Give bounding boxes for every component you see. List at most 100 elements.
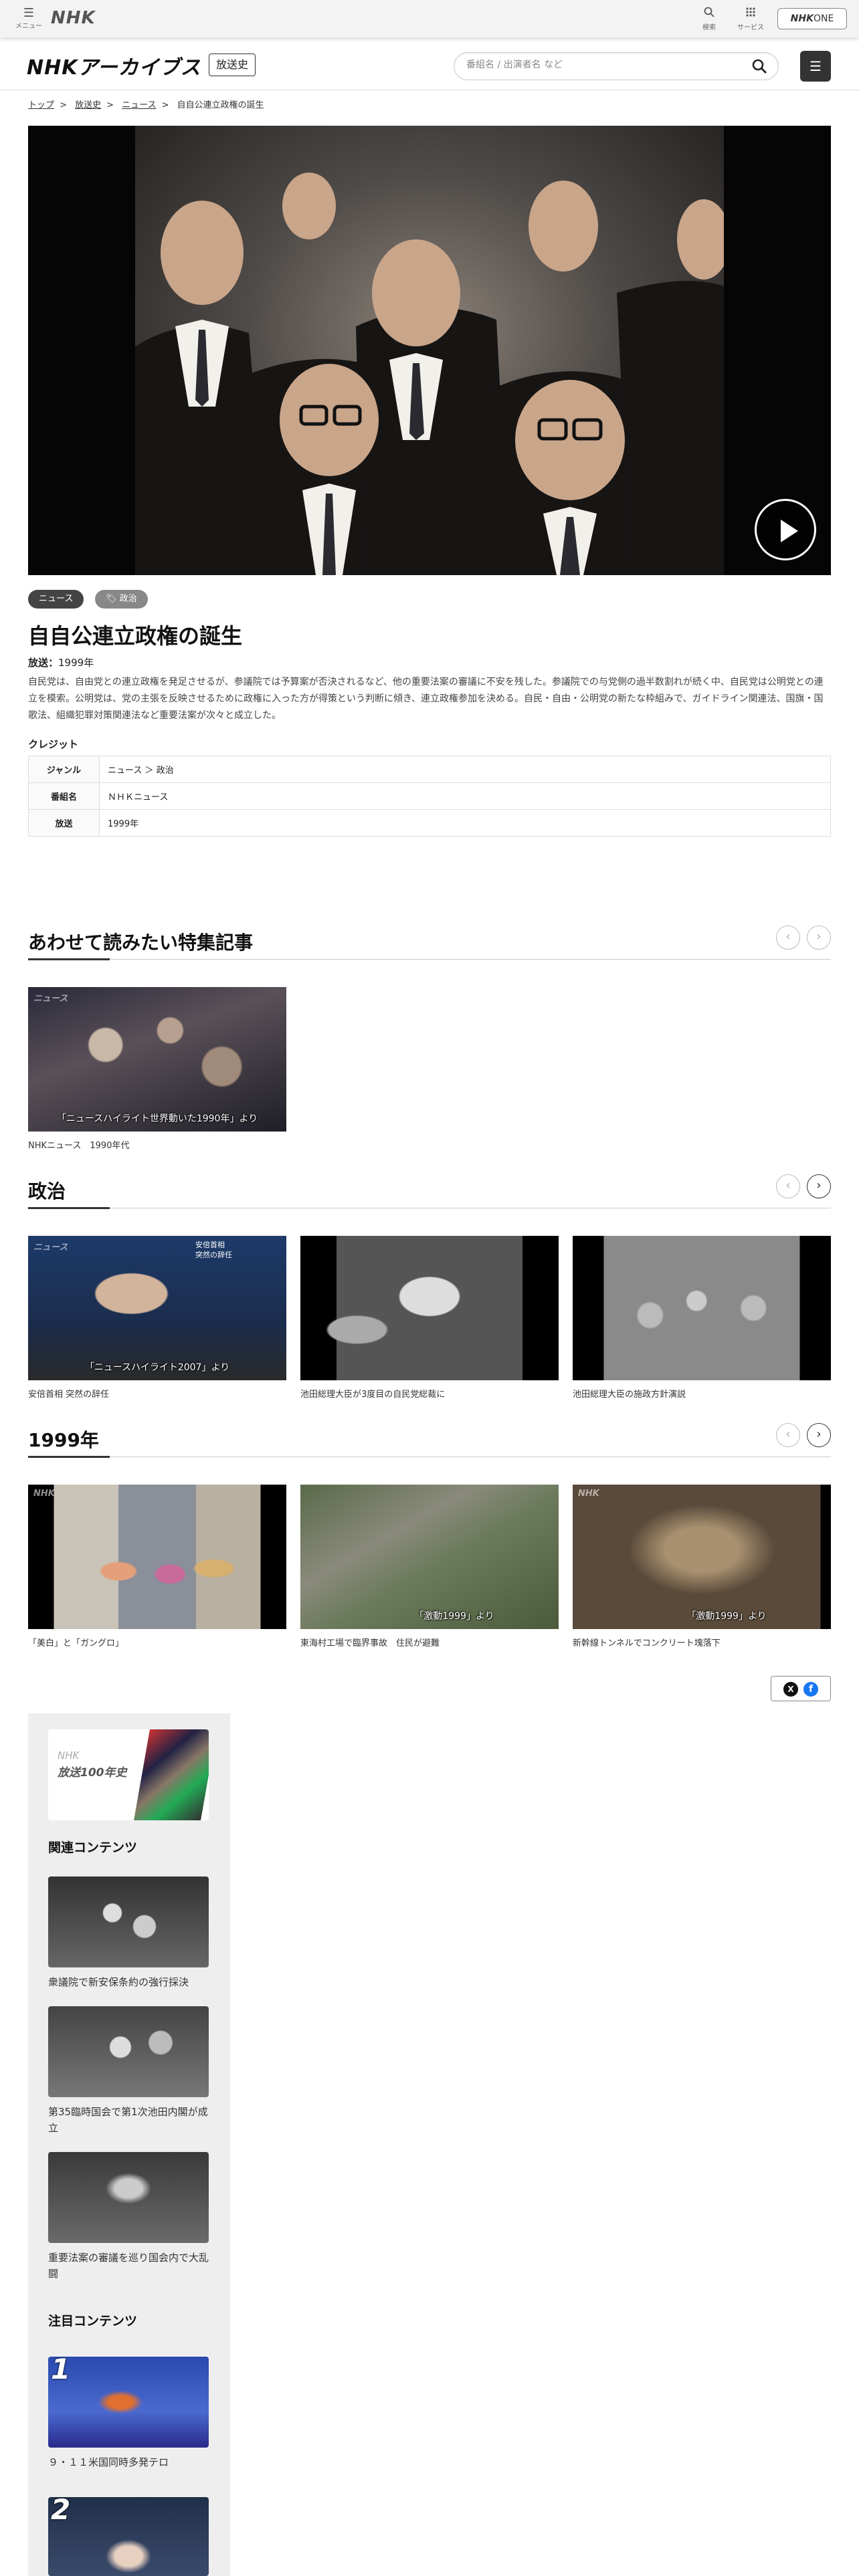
genre-tag[interactable]: ニュース: [28, 590, 84, 609]
politics-card[interactable]: [300, 1236, 559, 1380]
air-date-value: 1999年: [58, 657, 94, 669]
card-title[interactable]: 東海村工場で臨界事故 住民が避難: [300, 1636, 440, 1648]
channel-mark: ニュース: [33, 994, 68, 1004]
table-row: 番組名 ＮＨＫニュース: [28, 782, 831, 810]
featured-thumbnail[interactable]: 1: [48, 2357, 209, 2448]
page-title: 自自公連立政権の誕生: [28, 623, 243, 649]
related-title[interactable]: 第35臨時国会で第1次池田内閣が成立: [48, 2104, 215, 2136]
video-still: [135, 126, 731, 575]
related-thumbnail[interactable]: [48, 2006, 209, 2097]
nhk-100-years-banner[interactable]: NHK 放送100年史: [48, 1729, 209, 1820]
carousel-prev-button[interactable]: ‹: [776, 1174, 800, 1198]
menu-label: メニュー: [15, 23, 42, 30]
thumbnail-image: [28, 1485, 286, 1629]
card-title[interactable]: 安倍首相 突然の辞任: [28, 1387, 109, 1400]
services-label: サービス: [737, 24, 764, 31]
year-card[interactable]: NHK 「激動1999」より: [573, 1485, 831, 1629]
search-input[interactable]: [466, 60, 734, 70]
breadcrumb-current: 自自公連立政権の誕生: [177, 100, 264, 110]
featured-title[interactable]: ９・１１米国同時多発テロ: [48, 2454, 215, 2470]
related-title[interactable]: 重要法案の審議を巡り国会内で大乱闘: [48, 2250, 215, 2282]
politics-card[interactable]: [573, 1236, 831, 1380]
related-thumbnail[interactable]: [48, 2152, 209, 2243]
banner-text: NHK 放送100年史: [58, 1747, 127, 1782]
card-title[interactable]: 池田総理大臣が3度目の自民党総裁に: [300, 1387, 445, 1400]
card-title[interactable]: NHKニュース 1990年代: [28, 1138, 129, 1151]
featured-thumbnail[interactable]: 2: [48, 2497, 209, 2576]
section-heading-features: あわせて読みたい特集記事: [28, 932, 254, 954]
table-row: ジャンル ニュース ＞ 政治: [28, 756, 831, 783]
channel-mark: NHK: [578, 1489, 599, 1499]
search-icon: [696, 7, 723, 21]
related-heading: 関連コンテンツ: [48, 1840, 138, 1855]
thumbnail-image: [300, 1485, 559, 1629]
global-search-button[interactable]: 検索: [696, 7, 723, 31]
related-thumbnail[interactable]: [48, 1876, 209, 1967]
credit-value: ＮＨＫニュース: [99, 782, 831, 810]
nhk-one-button[interactable]: NHKONE: [777, 8, 847, 29]
share-buttons: X f: [771, 1676, 831, 1701]
services-button[interactable]: サービス: [735, 7, 767, 31]
global-header: ☰ メニュー NHK 検索 サービス NHKONE: [0, 0, 859, 37]
thumbnail-caption: 「ニュースハイライト世界動いた1990年」より: [56, 1113, 258, 1124]
play-icon: [781, 520, 798, 542]
carousel-next-button[interactable]: ›: [807, 1174, 831, 1198]
card-title[interactable]: 新幹線トンネルでコンクリート塊落下: [573, 1636, 721, 1648]
global-menu-button[interactable]: ☰ メニュー: [13, 7, 44, 31]
thumbnail-caption: 「ニュースハイライト2007」より: [84, 1362, 230, 1373]
thumbnail-image: [573, 1236, 831, 1380]
facebook-share-icon[interactable]: f: [803, 1682, 818, 1697]
nhk-one-suffix: ONE: [813, 13, 834, 24]
archive-menu-button[interactable]: ☰: [800, 51, 831, 82]
related-title[interactable]: 衆議院で新安保条約の強行採決: [48, 1974, 215, 1990]
breadcrumb-item[interactable]: 放送史: [75, 100, 101, 110]
breadcrumb-item[interactable]: トップ: [28, 100, 54, 110]
video-player[interactable]: [28, 126, 831, 575]
banner-line2: 放送100年史: [58, 1766, 127, 1780]
carousel-next-button[interactable]: ›: [807, 926, 831, 950]
card-title[interactable]: 池田総理大臣の施政方針演説: [573, 1387, 686, 1400]
topic-tag-label: 政治: [119, 594, 137, 604]
breadcrumb-item[interactable]: ニュース: [122, 100, 156, 110]
thumbnail-overlay-text: 安倍首相 突然の辞任: [195, 1241, 232, 1259]
x-share-icon[interactable]: X: [783, 1682, 798, 1697]
carousel-prev-button[interactable]: ‹: [776, 1423, 800, 1447]
search-label: 検索: [702, 24, 716, 31]
archives-logo[interactable]: NHKアーカイブス: [27, 51, 201, 80]
hamburger-icon: ☰: [809, 58, 822, 74]
category-tag[interactable]: 放送史: [209, 53, 256, 76]
search-icon[interactable]: [751, 58, 767, 74]
credit-value: ニュース ＞ 政治: [99, 756, 831, 783]
credit-key: 番組名: [28, 782, 100, 810]
politics-card[interactable]: ニュース 安倍首相 突然の辞任 「ニュースハイライト2007」より: [28, 1236, 286, 1380]
credit-heading: クレジット: [28, 738, 79, 750]
channel-mark: ニュース: [33, 1243, 68, 1253]
year-card[interactable]: 「激動1999」より: [300, 1485, 559, 1629]
card-title[interactable]: 「美白」と「ガングロ」: [28, 1636, 124, 1648]
banner-mosaic: [134, 1729, 209, 1820]
nhk-logo[interactable]: NHK: [51, 8, 96, 28]
archive-search-box: [454, 52, 779, 80]
year-card[interactable]: NHK: [28, 1485, 286, 1629]
carousel-next-button[interactable]: ›: [807, 1423, 831, 1447]
feature-card[interactable]: ニュース 「ニュースハイライト世界動いた1990年」より: [28, 987, 286, 1132]
credit-key: ジャンル: [28, 756, 100, 783]
channel-mark: NHK: [33, 1489, 55, 1499]
credit-key: 放送: [28, 809, 100, 837]
grid-icon: [735, 7, 767, 21]
air-date-label: 放送：: [28, 657, 59, 669]
thumbnail-image: [300, 1236, 559, 1380]
thumbnail-image: [573, 1485, 831, 1629]
thumbnail-caption: 「激動1999」より: [414, 1611, 494, 1622]
thumbnail-image: [28, 987, 286, 1132]
video-still-image: [135, 173, 731, 575]
rank-number: 1: [51, 2357, 71, 2385]
sidebar: NHK 放送100年史 関連コンテンツ 衆議院で新安保条約の強行採決 第35臨時国…: [28, 1713, 230, 2576]
thumbnail-image: [28, 1236, 286, 1380]
featured-heading: 注目コンテンツ: [48, 2314, 138, 2329]
rank-number: 2: [51, 2497, 71, 2526]
description: 自民党は、自由党との連立政権を発足させるが、参議院では予算案が否決されるなど、他…: [28, 677, 824, 721]
topic-tag[interactable]: 🏷︎ 政治: [95, 590, 148, 609]
carousel-prev-button[interactable]: ‹: [776, 926, 800, 950]
play-button[interactable]: [755, 499, 816, 560]
